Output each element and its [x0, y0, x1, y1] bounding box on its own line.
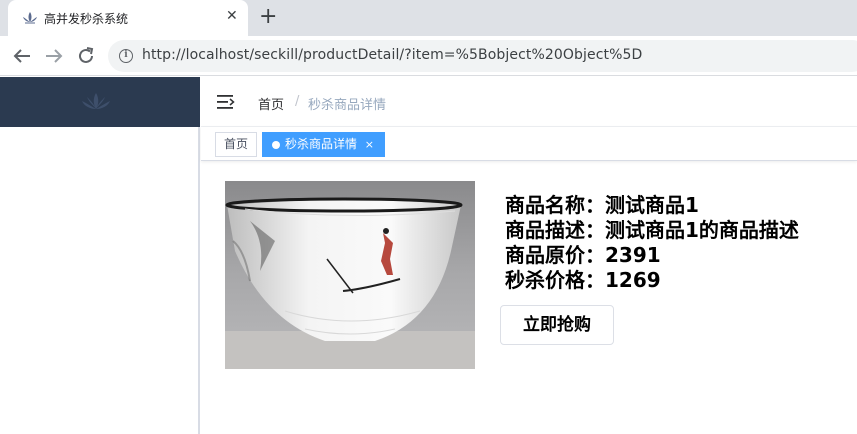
- browser-tabstrip: 高并发秒杀系统 ✕ +: [0, 0, 857, 36]
- tab-close-icon[interactable]: ✕: [226, 8, 238, 24]
- sidebar-logo[interactable]: [0, 77, 200, 127]
- tag-close-icon[interactable]: ×: [365, 133, 374, 156]
- product-price: 2391: [605, 243, 661, 267]
- breadcrumb-separator: /: [295, 94, 300, 109]
- lotus-icon: [23, 12, 37, 24]
- product-price-row: 商品原价：2391: [505, 243, 799, 268]
- seckill-price-label: 秒杀价格：: [505, 268, 605, 292]
- product-name-row: 商品名称：测试商品1: [505, 193, 799, 218]
- product-name: 测试商品1: [605, 193, 699, 217]
- seckill-price: 1269: [605, 268, 661, 292]
- forward-arrow-icon[interactable]: [42, 44, 66, 68]
- hamburger-icon[interactable]: [217, 94, 235, 110]
- tags-view: 首页 秒杀商品详情 ×: [201, 127, 857, 161]
- active-dot-icon: [272, 141, 280, 149]
- tag-product-detail[interactable]: 秒杀商品详情 ×: [262, 132, 385, 157]
- lotus-logo-icon: [82, 93, 110, 109]
- product-desc: 测试商品1的商品描述: [605, 218, 799, 242]
- buy-now-button[interactable]: 立即抢购: [500, 305, 614, 345]
- url-text[interactable]: http://localhost/seckill/productDetail/?…: [142, 47, 642, 63]
- address-bar[interactable]: i http://localhost/seckill/productDetail…: [108, 40, 857, 72]
- seckill-price-row: 秒杀价格：1269: [505, 268, 799, 293]
- product-image: [225, 181, 475, 369]
- back-arrow-icon[interactable]: [10, 44, 34, 68]
- breadcrumb-current: 秒杀商品详情: [308, 98, 387, 113]
- navbar: 首页 / 秒杀商品详情: [201, 77, 857, 127]
- reload-icon[interactable]: [74, 44, 98, 68]
- new-tab-button[interactable]: +: [259, 4, 277, 30]
- tag-home[interactable]: 首页: [215, 132, 258, 157]
- product-price-label: 商品原价：: [505, 243, 605, 267]
- tab-title: 高并发秒杀系统: [44, 12, 129, 26]
- breadcrumb-home[interactable]: 首页: [258, 94, 284, 113]
- product-info: 商品名称：测试商品1 商品描述：测试商品1的商品描述 商品原价：2391 秒杀价…: [505, 193, 799, 293]
- sidebar: [0, 127, 200, 434]
- product-desc-label: 商品描述：: [505, 218, 605, 242]
- info-icon[interactable]: i: [119, 49, 133, 63]
- product-name-label: 商品名称：: [505, 193, 605, 217]
- tag-label: 秒杀商品详情: [285, 137, 358, 151]
- browser-toolbar: i http://localhost/seckill/productDetail…: [0, 36, 857, 76]
- browser-tab[interactable]: 高并发秒杀系统 ✕: [8, 0, 248, 36]
- product-desc-row: 商品描述：测试商品1的商品描述: [505, 218, 799, 243]
